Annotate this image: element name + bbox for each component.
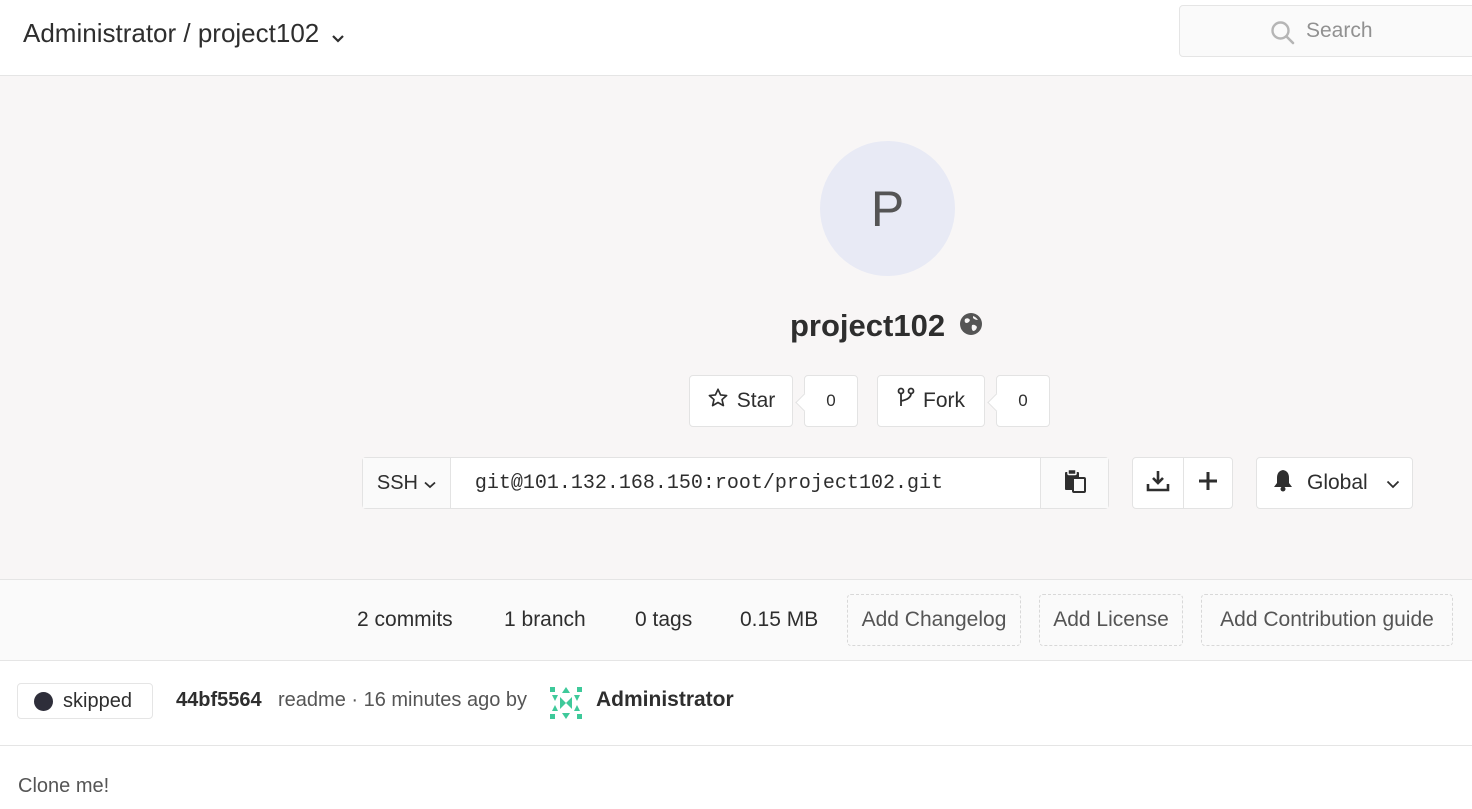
star-count[interactable]: 0 — [804, 375, 858, 427]
breadcrumb-text[interactable]: Administrator / project102 — [23, 18, 319, 49]
project-hero: P project102 Star 0 Fork 0 SSH git@101.1… — [0, 76, 1472, 579]
add-changelog-button[interactable]: Add Changelog — [847, 594, 1021, 646]
repo-size: 0.15 MB — [740, 608, 819, 631]
clone-protocol-label: SSH — [376, 471, 418, 494]
globe-icon — [959, 308, 983, 344]
commits-link[interactable]: 2 commits — [357, 608, 453, 632]
star-label: Star — [736, 389, 776, 412]
bell-icon — [1271, 468, 1295, 498]
notification-level: Global — [1307, 471, 1368, 494]
project-title: project102 — [790, 308, 983, 344]
clone-url-input[interactable] — [450, 458, 1041, 508]
download-button[interactable] — [1133, 458, 1183, 508]
chevron-down-icon — [424, 472, 436, 495]
star-icon — [707, 387, 729, 415]
branches-link[interactable]: 1 branch — [504, 608, 586, 632]
repo-actions — [1132, 457, 1233, 509]
fork-count[interactable]: 0 — [996, 375, 1050, 427]
clone-group: SSH — [362, 457, 1109, 509]
pipeline-status-label: skipped — [63, 689, 132, 712]
author-avatar[interactable] — [548, 685, 584, 721]
fork-button[interactable]: Fork — [877, 375, 985, 427]
search-box[interactable] — [1179, 5, 1472, 57]
tags-link[interactable]: 0 tags — [635, 608, 692, 632]
search-input[interactable] — [1306, 16, 1466, 46]
search-icon — [1270, 20, 1296, 51]
status-dot-icon — [34, 691, 53, 711]
last-commit-row: skipped 44bf5564 readme · 16 minutes ago… — [0, 661, 1472, 746]
add-new-button[interactable] — [1182, 458, 1233, 508]
chevron-down-icon — [1386, 471, 1400, 495]
copy-url-button[interactable] — [1040, 458, 1108, 508]
commit-message: readme · 16 minutes ago by — [278, 689, 528, 711]
chevron-down-icon[interactable] — [331, 20, 345, 51]
download-icon — [1146, 469, 1170, 498]
readme-content: Clone me! — [18, 775, 110, 797]
star-button[interactable]: Star — [689, 375, 793, 427]
fork-icon — [897, 387, 915, 415]
clone-protocol-dropdown[interactable]: SSH — [363, 458, 451, 508]
commit-author-link[interactable]: Administrator — [596, 688, 734, 712]
fork-label: Fork — [923, 389, 965, 412]
notification-dropdown[interactable]: Global — [1256, 457, 1413, 509]
commit-sha-link[interactable]: 44bf5564 — [176, 689, 262, 712]
add-contribution-guide-button[interactable]: Add Contribution guide — [1201, 594, 1453, 646]
top-header: Administrator / project102 — [0, 0, 1472, 76]
project-stats-bar: 2 commits 1 branch 0 tags 0.15 MB Add Ch… — [0, 579, 1472, 661]
plus-icon — [1197, 470, 1219, 497]
project-name: project102 — [790, 308, 946, 343]
breadcrumb[interactable]: Administrator / project102 — [23, 16, 345, 51]
copy-icon — [1063, 468, 1087, 499]
pipeline-status-badge[interactable]: skipped — [17, 683, 153, 719]
project-avatar: P — [820, 141, 955, 276]
add-license-button[interactable]: Add License — [1039, 594, 1183, 646]
